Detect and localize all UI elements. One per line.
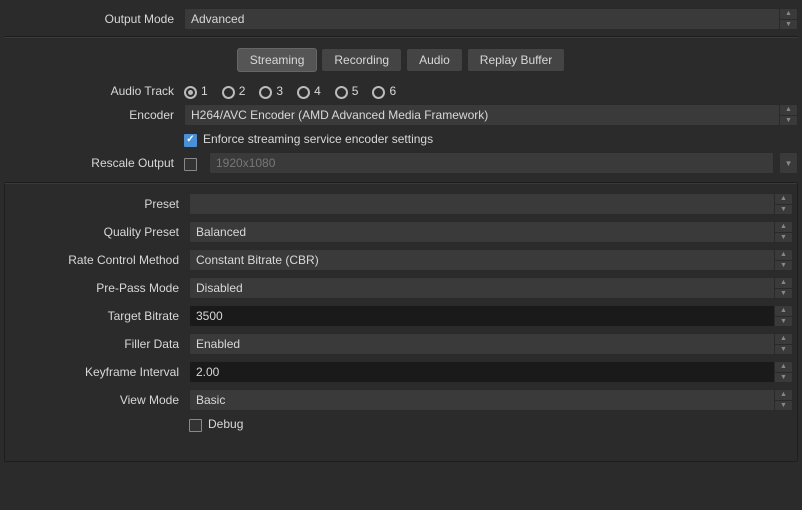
audio-track-option-3[interactable]: 3	[259, 84, 283, 98]
chevron-up-icon[interactable]: ▲	[775, 222, 792, 233]
output-tabs: Streaming Recording Audio Replay Buffer	[4, 48, 798, 72]
chevron-up-icon[interactable]: ▲	[780, 105, 797, 116]
chevron-down-icon[interactable]: ▼	[775, 261, 792, 271]
view-mode-label: View Mode	[9, 393, 189, 407]
chevron-up-icon[interactable]: ▲	[775, 194, 792, 205]
rate-control-select[interactable]: Constant Bitrate (CBR)	[189, 249, 775, 271]
chevron-up-icon[interactable]: ▲	[775, 250, 792, 261]
chevron-down-icon[interactable]: ▼	[775, 345, 792, 355]
target-bitrate-label: Target Bitrate	[9, 309, 189, 323]
chevron-up-icon[interactable]: ▲	[775, 390, 792, 401]
chevron-down-icon[interactable]: ▼	[775, 205, 792, 215]
radio-icon[interactable]	[372, 86, 385, 99]
encoder-label: Encoder	[4, 108, 184, 122]
filler-data-label: Filler Data	[9, 337, 189, 351]
tab-recording[interactable]: Recording	[321, 48, 402, 72]
radio-icon[interactable]	[222, 86, 235, 99]
radio-icon[interactable]	[297, 86, 310, 99]
filler-data-spinner[interactable]: ▲ ▼	[775, 333, 793, 355]
encoder-spinner[interactable]: ▲ ▼	[780, 104, 798, 126]
rescale-input: 1920x1080	[209, 152, 774, 174]
prepass-select[interactable]: Disabled	[189, 277, 775, 299]
rescale-placeholder: 1920x1080	[216, 156, 275, 170]
chevron-down-icon[interactable]: ▼	[780, 116, 797, 126]
radio-icon[interactable]	[259, 86, 272, 99]
chevron-down-icon[interactable]: ▼	[775, 401, 792, 411]
chevron-down-icon[interactable]: ▼	[775, 317, 792, 327]
checkbox-icon[interactable]	[189, 419, 202, 432]
quality-preset-spinner[interactable]: ▲ ▼	[775, 221, 793, 243]
target-bitrate-spinner[interactable]: ▲ ▼	[775, 305, 793, 327]
quality-preset-label: Quality Preset	[9, 225, 189, 239]
chevron-down-icon[interactable]: ▼	[775, 373, 792, 383]
target-bitrate-value: 3500	[196, 309, 223, 323]
quality-preset-select[interactable]: Balanced	[189, 221, 775, 243]
audio-track-option-5[interactable]: 5	[335, 84, 359, 98]
enforce-checkbox[interactable]: Enforce streaming service encoder settin…	[184, 132, 433, 146]
keyframe-interval-input[interactable]: 2.00	[189, 361, 775, 383]
quality-preset-value: Balanced	[196, 225, 246, 239]
preset-label: Preset	[9, 197, 189, 211]
tab-replay-buffer[interactable]: Replay Buffer	[467, 48, 566, 72]
tab-audio[interactable]: Audio	[406, 48, 463, 72]
view-mode-select[interactable]: Basic	[189, 389, 775, 411]
keyframe-interval-spinner[interactable]: ▲ ▼	[775, 361, 793, 383]
encoder-value: H264/AVC Encoder (AMD Advanced Media Fra…	[191, 108, 488, 122]
encoder-select[interactable]: H264/AVC Encoder (AMD Advanced Media Fra…	[184, 104, 780, 126]
output-mode-label: Output Mode	[4, 12, 184, 26]
preset-select[interactable]	[189, 193, 775, 215]
target-bitrate-input[interactable]: 3500	[189, 305, 775, 327]
radio-icon[interactable]	[184, 86, 197, 99]
checkbox-icon[interactable]	[184, 134, 197, 147]
chevron-down-icon[interactable]: ▼	[780, 20, 797, 30]
audio-track-label: Audio Track	[4, 84, 184, 98]
debug-checkbox[interactable]: Debug	[189, 417, 243, 431]
output-mode-select[interactable]: Advanced	[184, 8, 780, 30]
encoder-settings-group: Preset ▲ ▼ Quality Preset Balanced ▲ ▼ R…	[4, 182, 798, 462]
filler-data-value: Enabled	[196, 337, 240, 351]
chevron-up-icon[interactable]: ▲	[775, 278, 792, 289]
preset-spinner[interactable]: ▲ ▼	[775, 193, 793, 215]
audio-track-option-2[interactable]: 2	[222, 84, 246, 98]
audio-track-option-4[interactable]: 4	[297, 84, 321, 98]
output-mode-value: Advanced	[191, 12, 244, 26]
audio-track-option-6[interactable]: 6	[372, 84, 396, 98]
chevron-up-icon[interactable]: ▲	[780, 9, 797, 20]
debug-label: Debug	[208, 417, 243, 431]
prepass-label: Pre-Pass Mode	[9, 281, 189, 295]
keyframe-interval-value: 2.00	[196, 365, 219, 379]
chevron-up-icon[interactable]: ▲	[775, 306, 792, 317]
rate-control-value: Constant Bitrate (CBR)	[196, 253, 319, 267]
filler-data-select[interactable]: Enabled	[189, 333, 775, 355]
chevron-up-icon[interactable]: ▲	[775, 334, 792, 345]
audio-track-option-1[interactable]: 1	[184, 84, 208, 98]
chevron-up-icon[interactable]: ▲	[775, 362, 792, 373]
view-mode-value: Basic	[196, 393, 225, 407]
rescale-checkbox[interactable]	[184, 158, 197, 171]
rescale-label: Rescale Output	[4, 156, 184, 170]
output-mode-spinner[interactable]: ▲ ▼	[780, 8, 798, 30]
prepass-spinner[interactable]: ▲ ▼	[775, 277, 793, 299]
enforce-label: Enforce streaming service encoder settin…	[203, 132, 433, 146]
divider	[4, 36, 798, 38]
view-mode-spinner[interactable]: ▲ ▼	[775, 389, 793, 411]
rate-control-spinner[interactable]: ▲ ▼	[775, 249, 793, 271]
prepass-value: Disabled	[196, 281, 243, 295]
rescale-dropdown-arrow[interactable]: ▼	[780, 152, 798, 174]
radio-icon[interactable]	[335, 86, 348, 99]
audio-track-group: 1 2 3 4 5 6	[184, 84, 396, 98]
keyframe-interval-label: Keyframe Interval	[9, 365, 189, 379]
chevron-down-icon[interactable]: ▼	[775, 233, 792, 243]
chevron-down-icon[interactable]: ▼	[775, 289, 792, 299]
rate-control-label: Rate Control Method	[9, 253, 189, 267]
tab-streaming[interactable]: Streaming	[237, 48, 318, 72]
